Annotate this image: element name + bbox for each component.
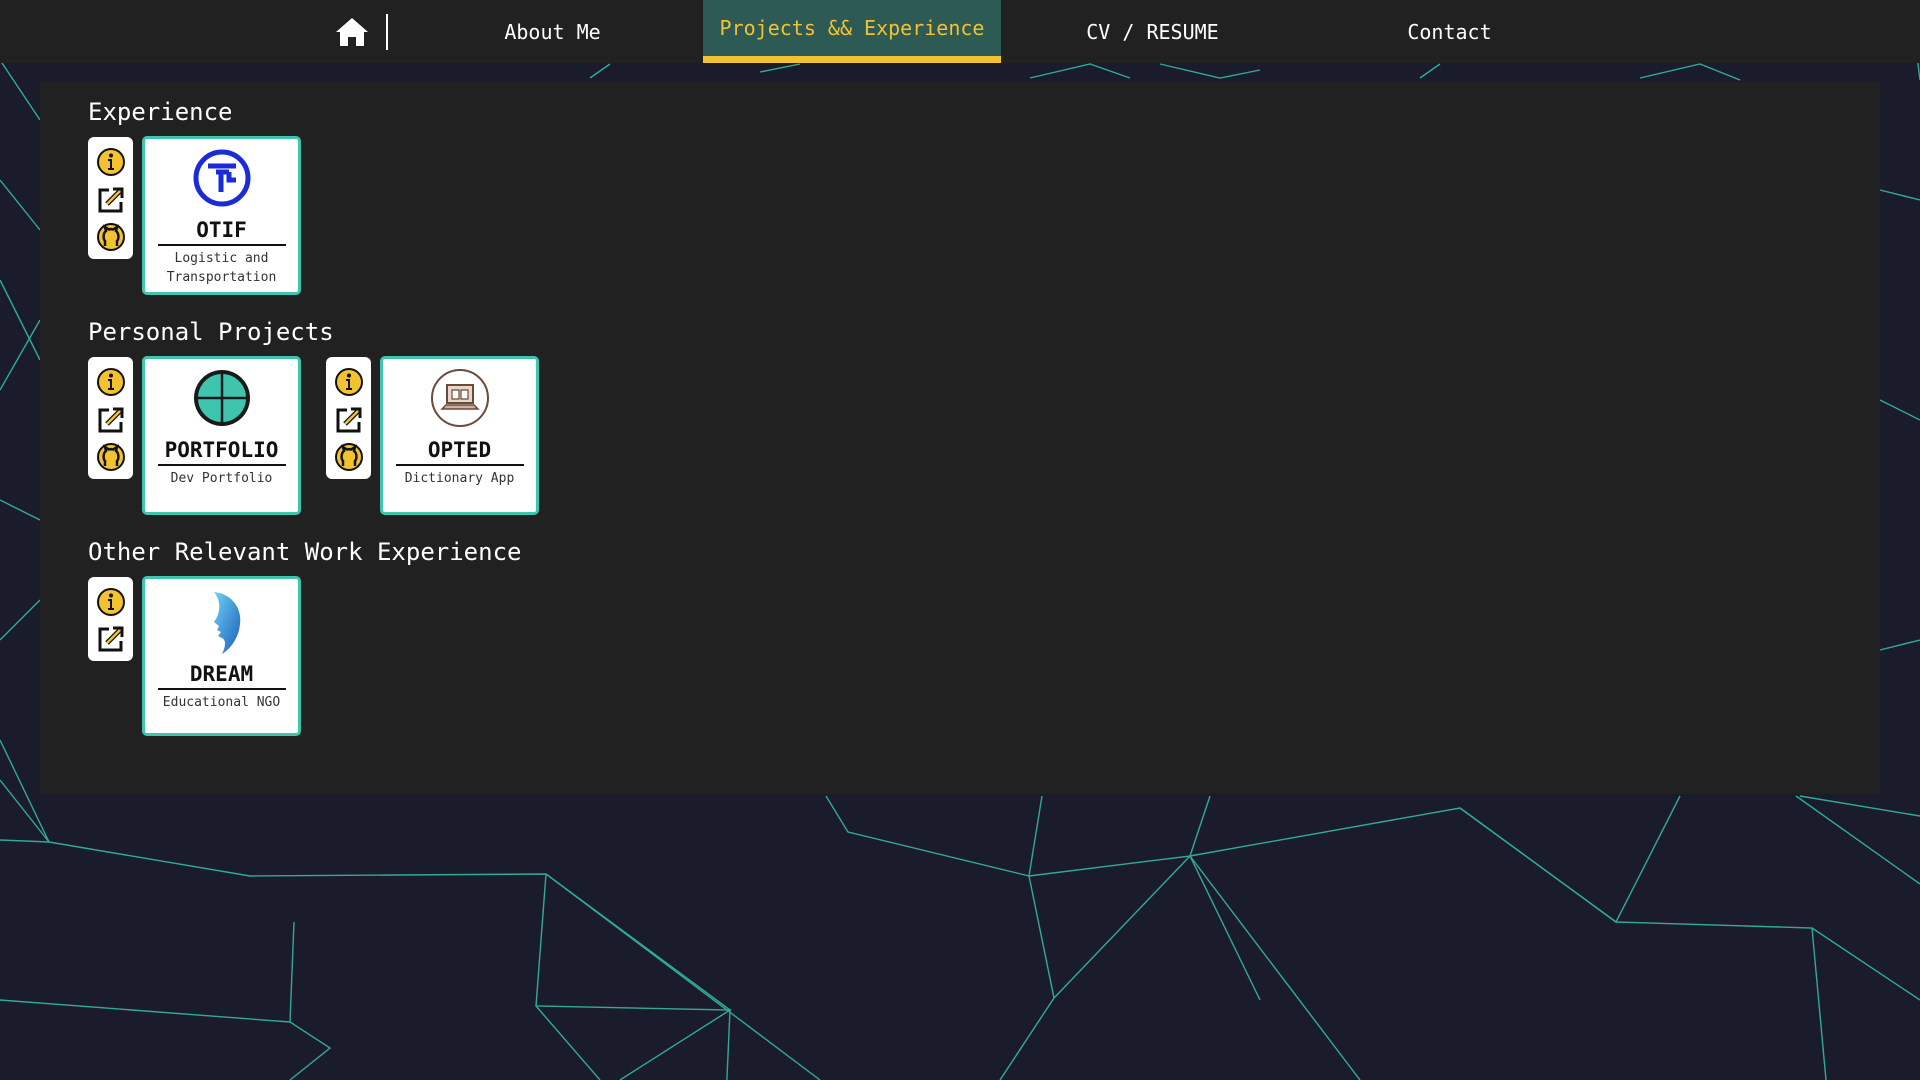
card-subtitle: Logistic and Transportation [166,251,277,285]
laptop-book-logo [430,368,490,428]
card-name: OTIF [157,218,286,246]
nav-cv-resume[interactable]: CV / RESUME [1040,0,1265,63]
section-title-experience: Experience [88,98,233,126]
card-actions-otif [88,137,133,259]
github-button[interactable] [333,441,365,473]
external-link-icon [98,187,123,212]
card-actions-dream [88,577,133,661]
crosshair-globe-logo [192,368,252,428]
card-name: DREAM [157,662,286,690]
section-title-personal-projects: Personal Projects [88,318,334,346]
section-title-other-work: Other Relevant Work Experience [88,538,522,566]
github-icon [96,223,125,252]
nav-divider [386,14,388,50]
project-card-opted[interactable]: OPTED Dictionary App [380,356,539,515]
card-subtitle: Dictionary App [404,471,515,486]
projects-panel: Experience OTIF Logistic and Transportat… [40,82,1880,794]
info-button[interactable] [95,366,127,398]
card-name: PORTFOLIO [157,438,286,466]
otif-logo [192,148,252,208]
info-button[interactable] [95,146,127,178]
nav-about-me[interactable]: About Me [440,0,665,63]
info-button[interactable] [333,366,365,398]
info-icon [334,367,363,396]
nav-projects-experience[interactable]: Projects && Experience [703,0,1001,63]
info-icon [96,147,125,176]
card-name: OPTED [395,438,524,466]
external-link-icon [336,407,361,432]
info-icon [96,587,125,616]
project-card-otif[interactable]: OTIF Logistic and Transportation [142,136,301,295]
top-navbar: About Me Projects && Experience CV / RES… [0,0,1920,63]
face-profile-logo [192,588,252,658]
info-icon [96,367,125,396]
external-link-button[interactable] [95,624,127,656]
card-actions-portfolio [88,357,133,479]
github-icon [334,443,363,472]
project-card-portfolio[interactable]: PORTFOLIO Dev Portfolio [142,356,301,515]
external-link-icon [98,626,123,652]
card-subtitle: Educational NGO [162,695,281,710]
project-card-dream[interactable]: DREAM Educational NGO [142,576,301,736]
github-button[interactable] [95,441,127,473]
info-button[interactable] [95,586,127,618]
external-link-button[interactable] [95,184,127,216]
external-link-button[interactable] [333,404,365,436]
card-subtitle: Dev Portfolio [170,471,273,486]
home-button[interactable] [329,14,375,50]
external-link-button[interactable] [95,404,127,436]
home-icon [336,18,368,46]
external-link-icon [98,407,123,432]
github-button[interactable] [95,221,127,253]
nav-contact[interactable]: Contact [1337,0,1562,63]
card-actions-opted [326,357,371,479]
github-icon [96,443,125,472]
